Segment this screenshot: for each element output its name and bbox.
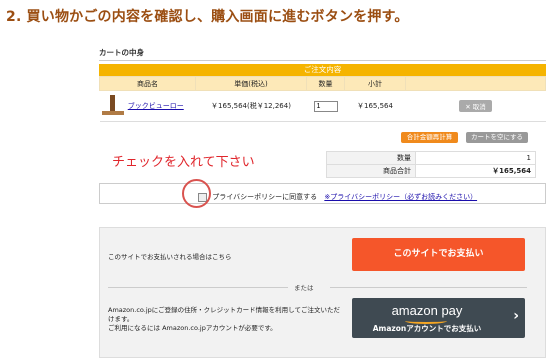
column-header: 小計	[344, 76, 406, 91]
summary-total-value: ￥165,564	[415, 164, 536, 178]
cart-table-header: 商品名 単価(税込) 数量 小計	[99, 76, 546, 91]
step-heading: 2. 買い物かごの内容を確認し、購入画面に進むボタンを押す。	[6, 6, 409, 26]
column-header: 数量	[306, 76, 345, 91]
product-thumbnail[interactable]	[100, 95, 126, 117]
summary-row: 数量 1	[326, 151, 536, 165]
privacy-consent-row: プライバシーポリシーに同意する ※プライバシーポリシー（必ずお読みください）	[198, 192, 477, 202]
step-number: 2.	[6, 9, 22, 25]
empty-cart-button[interactable]: カートを空にする	[466, 132, 528, 143]
amazon-desc-line: ご利用になるには Amazon.co.jpアカウントが必要です。	[108, 324, 277, 332]
or-separator: または	[294, 284, 314, 292]
table-row: ブックビューロー ￥165,564(税￥12,264) ￥165,564 ✕ 取…	[99, 90, 546, 122]
site-pay-description: このサイトでお支払いされる場合はこちら	[108, 253, 232, 261]
amazon-desc-line: Amazon.co.jpにご登録の住所・クレジットカード情報を利用してご注文いた…	[108, 306, 340, 323]
site-pay-button[interactable]: このサイトでお支払い	[352, 238, 525, 271]
amazon-pay-description: Amazon.co.jpにご登録の住所・クレジットカード情報を利用してご注文いた…	[108, 306, 340, 333]
privacy-label[interactable]: プライバシーポリシーに同意する	[212, 193, 317, 201]
summary-table: 数量 1 商品合計 ￥165,564	[326, 151, 536, 178]
chevron-right-icon: ›	[513, 308, 519, 324]
remove-item-button[interactable]: ✕ 取消	[459, 100, 492, 112]
recalculate-button[interactable]: 合計金額再計算	[401, 132, 458, 143]
column-header: 単価(税込)	[195, 76, 307, 91]
unit-price: ￥165,564(税￥12,264)	[195, 90, 307, 122]
cart-table: 商品名 単価(税込) 数量 小計 ブックビューロー ￥165,564(税￥12,…	[99, 76, 546, 122]
divider	[108, 287, 288, 288]
product-name-link[interactable]: ブックビューロー	[128, 102, 184, 110]
divider	[330, 287, 527, 288]
privacy-policy-link[interactable]: ※プライバシーポリシー（必ずお読みください）	[324, 193, 477, 201]
amazon-pay-button-label: Amazonアカウントでお支払い	[372, 324, 482, 333]
summary-quantity-value: 1	[415, 151, 536, 165]
quantity-input[interactable]	[313, 100, 338, 112]
subtotal: ￥165,564	[344, 90, 406, 122]
summary-quantity-label: 数量	[326, 151, 416, 165]
cart-title: カートの中身	[99, 48, 144, 57]
divider	[99, 60, 546, 61]
order-header: ご注文内容	[99, 64, 546, 76]
column-header: 商品名	[99, 76, 196, 91]
close-icon: ✕	[465, 103, 471, 111]
remove-item-label: 取消	[472, 103, 486, 111]
step-text: 買い物かごの内容を確認し、購入画面に進むボタンを押す。	[26, 9, 409, 25]
highlight-circle	[182, 179, 211, 208]
column-header-action	[405, 76, 546, 91]
summary-row: 商品合計 ￥165,564	[326, 164, 536, 178]
summary-total-label: 商品合計	[326, 164, 416, 178]
amazon-pay-button[interactable]: amazon pay Amazonアカウントでお支払い ›	[352, 298, 525, 338]
check-instruction-annotation: チェックを入れて下さい	[112, 155, 255, 170]
amazon-pay-logo: amazon pay	[391, 303, 463, 318]
